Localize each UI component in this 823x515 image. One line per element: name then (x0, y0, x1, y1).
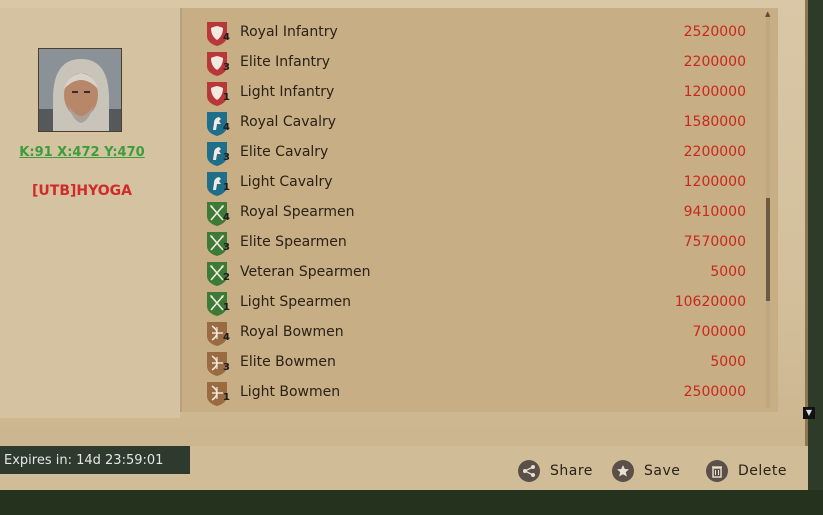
troop-count: 7570000 (683, 234, 746, 250)
troop-name: Elite Bowmen (240, 354, 336, 370)
troop-count: 9410000 (683, 204, 746, 220)
troop-row: 4 Royal Bowmen 700000 (204, 318, 764, 348)
troop-row: 3 Elite Cavalry 2200000 (204, 138, 764, 168)
troop-row: 1 Light Bowmen 2500000 (204, 378, 764, 408)
troop-row: 1 Light Cavalry 1200000 (204, 168, 764, 198)
troop-name: Royal Spearmen (240, 204, 355, 220)
save-button[interactable]: Save (612, 460, 680, 482)
star-icon (612, 460, 634, 482)
tier-number: 3 (223, 62, 230, 73)
troop-count: 1200000 (683, 174, 746, 190)
share-label: Share (550, 463, 593, 479)
troop-name: Elite Infantry (240, 54, 331, 70)
troop-row: 3 Elite Infantry 2200000 (204, 48, 764, 78)
tier-number: 4 (223, 212, 230, 223)
background-strip (0, 490, 823, 515)
tier-number: 3 (223, 362, 230, 373)
report-panel: K:91 X:472 Y:470 [UTB]HYOGA 4 Royal Infan… (0, 0, 815, 490)
troop-count: 2200000 (683, 54, 746, 70)
troop-name: Royal Cavalry (240, 114, 337, 130)
troop-count: 2520000 (683, 24, 746, 40)
troop-count: 1200000 (683, 84, 746, 100)
scrollbar-thumb[interactable] (766, 198, 770, 301)
troop-list[interactable]: 4 Royal Infantry 2520000 3 Elite Infantry 220… (180, 8, 778, 412)
troop-row: 4 Royal Cavalry 1580000 (204, 108, 764, 138)
troop-row: 3 Elite Spearmen 7570000 (204, 228, 764, 258)
player-avatar[interactable] (38, 48, 122, 132)
troop-count: 5000 (710, 264, 746, 280)
troop-count: 1580000 (683, 114, 746, 130)
troop-name: Elite Spearmen (240, 234, 347, 250)
troop-row: 4 Royal Infantry 2520000 (204, 18, 764, 48)
troop-name: Elite Cavalry (240, 144, 329, 160)
tier-number: 3 (223, 152, 230, 163)
troop-name: Light Cavalry (240, 174, 333, 190)
tier-number: 1 (223, 392, 230, 403)
troop-row: 3 Elite Bowmen 5000 (204, 348, 764, 378)
tier-number: 1 (223, 182, 230, 193)
troop-count: 5000 (710, 354, 746, 370)
troop-row: 2 Veteran Spearmen 5000 (204, 258, 764, 288)
troop-count: 10620000 (674, 294, 746, 310)
scroll-up-marker[interactable]: ▲ (765, 10, 770, 18)
troop-row: 1 Light Infantry 1200000 (204, 78, 764, 108)
tier-number: 1 (223, 92, 230, 103)
troop-count: 700000 (692, 324, 746, 340)
trash-icon (706, 460, 728, 482)
tier-number: 2 (223, 272, 230, 283)
troop-name: Veteran Spearmen (240, 264, 371, 280)
troop-name: Light Infantry (240, 84, 335, 100)
tier-number: 4 (223, 332, 230, 343)
delete-button[interactable]: Delete (706, 460, 787, 482)
tier-number: 3 (223, 242, 230, 253)
player-name[interactable]: [UTB]HYOGA (0, 183, 164, 199)
save-label: Save (644, 463, 681, 479)
troop-row: 4 Royal Spearmen 9410000 (204, 198, 764, 228)
troop-name: Royal Bowmen (240, 324, 344, 340)
coordinates-link[interactable]: K:91 X:472 Y:470 (0, 145, 164, 160)
tier-number: 4 (223, 122, 230, 133)
troop-name: Royal Infantry (240, 24, 338, 40)
share-icon (518, 460, 540, 482)
tier-number: 1 (223, 302, 230, 313)
player-info-panel: K:91 X:472 Y:470 [UTB]HYOGA (0, 8, 180, 418)
delete-label: Delete (738, 463, 787, 479)
share-button[interactable]: Share (518, 460, 593, 482)
troop-name: Light Bowmen (240, 384, 341, 400)
troop-count: 2200000 (683, 144, 746, 160)
tier-number: 4 (223, 32, 230, 43)
troop-row: 1 Light Spearmen 10620000 (204, 288, 764, 318)
troop-count: 2500000 (683, 384, 746, 400)
scroll-down-button[interactable]: ▼ (803, 407, 815, 419)
troop-name: Light Spearmen (240, 294, 351, 310)
expiry-label: Expires in: 14d 23:59:01 (0, 446, 190, 474)
